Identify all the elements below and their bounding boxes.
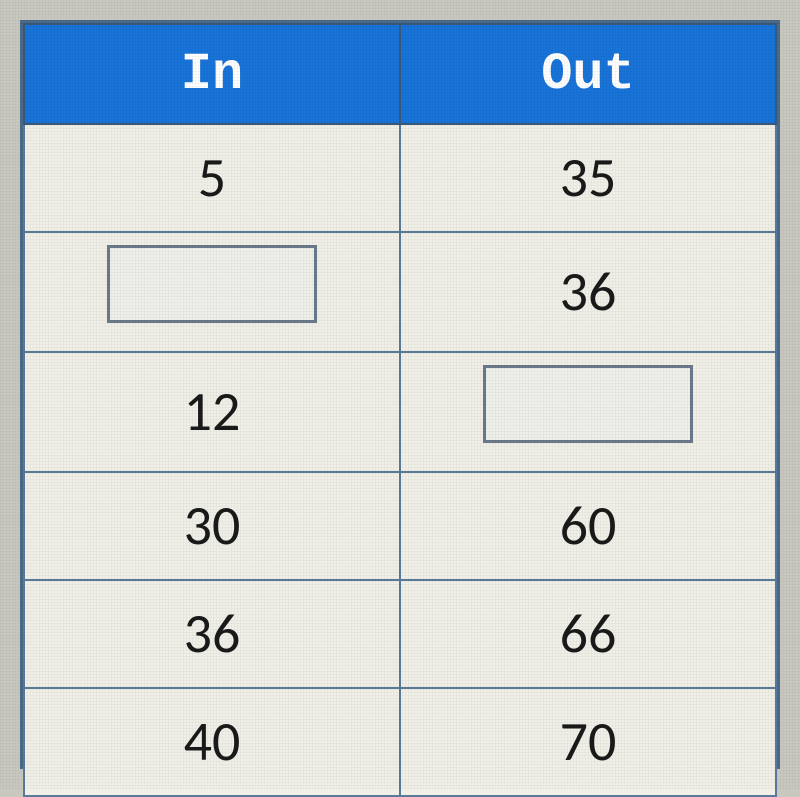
cell-out-blank [400, 352, 776, 472]
header-in: In [24, 24, 400, 124]
cell-out: 60 [400, 472, 776, 580]
blank-input-box[interactable] [483, 365, 693, 443]
cell-out: 36 [400, 232, 776, 352]
cell-out: 70 [400, 688, 776, 796]
header-out: Out [400, 24, 776, 124]
table-row: 36 [24, 232, 776, 352]
cell-in: 40 [24, 688, 400, 796]
table-row: 40 70 [24, 688, 776, 796]
table-header-row: In Out [24, 24, 776, 124]
cell-in-blank [24, 232, 400, 352]
blank-input-box[interactable] [107, 245, 317, 323]
table-row: 36 66 [24, 580, 776, 688]
cell-in: 36 [24, 580, 400, 688]
table-row: 30 60 [24, 472, 776, 580]
in-out-table: In Out 5 35 36 12 30 [23, 23, 777, 797]
table-row: 12 [24, 352, 776, 472]
cell-in: 5 [24, 124, 400, 232]
cell-out: 35 [400, 124, 776, 232]
cell-in: 30 [24, 472, 400, 580]
in-out-table-container: In Out 5 35 36 12 30 [20, 20, 780, 769]
cell-in: 12 [24, 352, 400, 472]
table-row: 5 35 [24, 124, 776, 232]
cell-out: 66 [400, 580, 776, 688]
